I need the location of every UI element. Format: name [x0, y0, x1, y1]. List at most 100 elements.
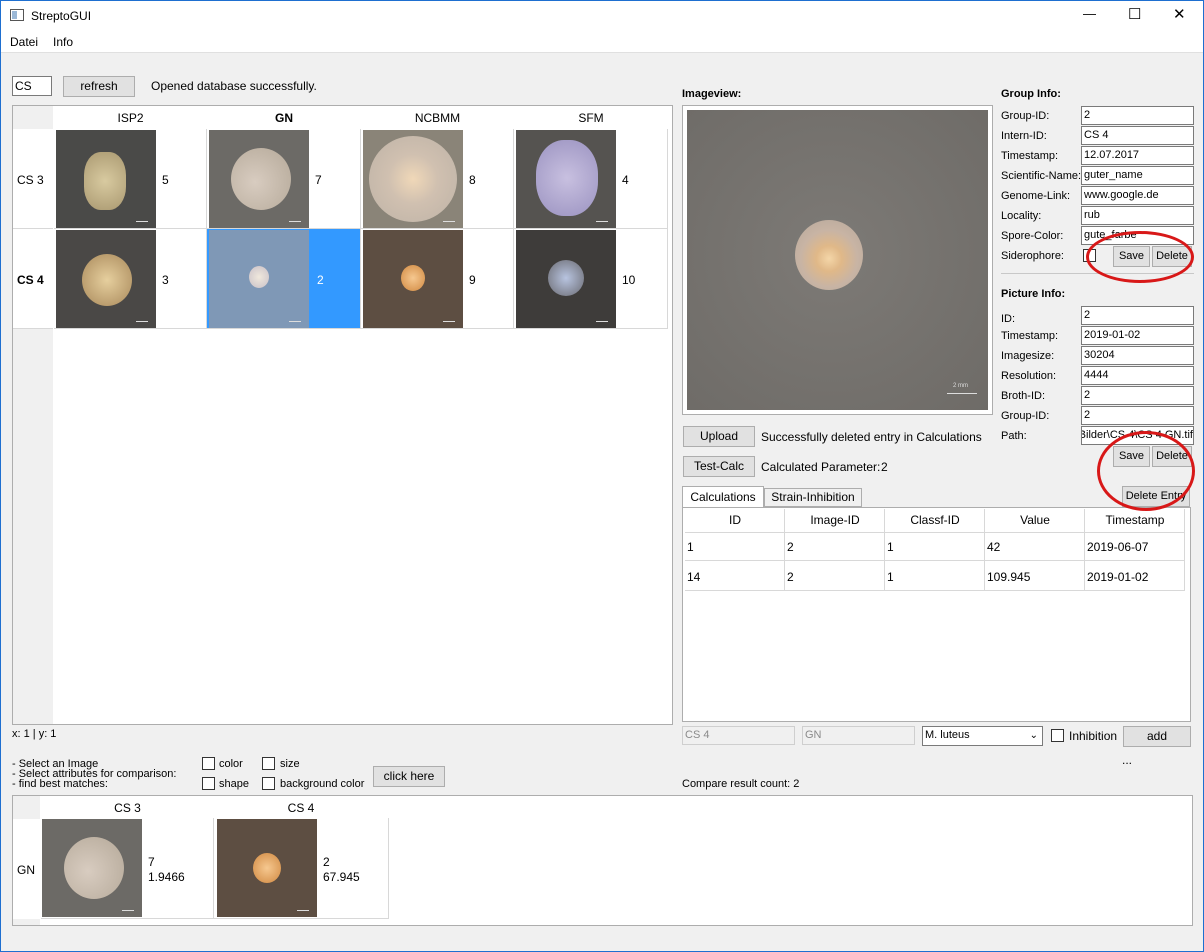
title-bar: StreptoGUI — ☐ ✕: [1, 1, 1203, 31]
colony-thumbnail: [516, 130, 616, 228]
menu-file[interactable]: Datei: [10, 35, 38, 49]
result-cell[interactable]: 2 67.945: [214, 818, 389, 919]
compare-instruction-3: - find best matches:: [12, 778, 108, 790]
table-header-id[interactable]: ID: [685, 513, 785, 527]
shape-checkbox[interactable]: [202, 777, 215, 790]
grid-cell[interactable]: 7: [207, 129, 361, 229]
size-checkbox[interactable]: [262, 757, 275, 770]
background-color-checkbox[interactable]: [262, 777, 275, 790]
cell-count: 9: [469, 273, 476, 287]
grid-cell[interactable]: 5: [54, 129, 207, 229]
annotation-oval: [1097, 431, 1195, 511]
grid-cell-selected[interactable]: 2: [207, 229, 361, 329]
result-count: 7: [148, 855, 155, 869]
table-header-timestamp[interactable]: Timestamp: [1085, 513, 1185, 527]
maximize-icon[interactable]: ☐: [1128, 5, 1141, 23]
broth-id-field[interactable]: 2: [1081, 386, 1194, 405]
broth-id-label: Broth-ID:: [1001, 390, 1046, 402]
group-timestamp-field[interactable]: 12.07.2017: [1081, 146, 1194, 165]
shape-checkbox-label: shape: [219, 778, 249, 790]
grid-cell[interactable]: 10: [514, 229, 668, 329]
picture-group-id-label: Group-ID:: [1001, 410, 1050, 422]
genome-link-field[interactable]: www.google.de: [1081, 186, 1194, 205]
picture-group-id-field[interactable]: 2: [1081, 406, 1194, 425]
app-window: StreptoGUI — ☐ ✕ Datei Info CS refresh O…: [0, 0, 1204, 952]
calculated-parameter-value: 2: [881, 460, 888, 474]
result-score: 1.9466: [148, 870, 185, 884]
row-header-cs3[interactable]: CS 3: [17, 173, 44, 187]
scientific-name-field[interactable]: guter_name: [1081, 166, 1194, 185]
result-cell[interactable]: 7 1.9466: [41, 818, 214, 919]
cell-count: 10: [622, 273, 636, 287]
image-grid: ISP2 GN NCBMM SFM CS 3 CS 4 5 7 8 4 3 2 …: [12, 105, 673, 725]
results-column-header-cs3[interactable]: CS 3: [41, 801, 214, 815]
cell-count: 5: [162, 173, 169, 187]
grid-cell[interactable]: 9: [361, 229, 514, 329]
cell-count: 8: [469, 173, 476, 187]
colony-thumbnail: [56, 130, 156, 228]
colony-thumbnail: [209, 130, 309, 228]
intern-id-field[interactable]: CS 4: [1081, 126, 1194, 145]
column-header-isp2[interactable]: ISP2: [54, 111, 207, 125]
locality-field[interactable]: rub: [1081, 206, 1194, 225]
cell-count: 7: [315, 173, 322, 187]
results-column-header-cs4[interactable]: CS 4: [214, 801, 388, 815]
grid-cell[interactable]: 8: [361, 129, 514, 229]
results-row-header-gn[interactable]: GN: [17, 863, 35, 877]
resolution-field[interactable]: 4444: [1081, 366, 1194, 385]
tab-calculations[interactable]: Calculations: [682, 486, 764, 508]
table-header-classf-id[interactable]: Classf-ID: [885, 513, 985, 527]
picture-timestamp-field[interactable]: 2019-01-02: [1081, 326, 1194, 345]
scale-bar-label: 2 mm: [953, 383, 968, 389]
column-header-sfm[interactable]: SFM: [514, 111, 668, 125]
test-calc-button[interactable]: Test-Calc: [683, 456, 755, 477]
menu-info[interactable]: Info: [53, 35, 73, 49]
colony-thumbnail: [42, 819, 142, 917]
click-here-button[interactable]: click here: [373, 766, 445, 787]
calculated-parameter-label: Calculated Parameter:: [761, 460, 881, 474]
inhibition-strain-field: CS 4: [682, 726, 795, 745]
grid-cell[interactable]: 3: [54, 229, 207, 329]
add-button[interactable]: add: [1123, 726, 1191, 747]
picture-id-field[interactable]: 2: [1081, 306, 1194, 325]
group-timestamp-label: Timestamp:: [1001, 150, 1059, 162]
table-row[interactable]: 14 2 1 109.945 2019-01-02: [685, 562, 1185, 591]
inhibition-checkbox[interactable]: [1051, 729, 1064, 742]
inhibition-checkbox-label: Inhibition: [1069, 729, 1118, 743]
compare-result-count: Compare result count: 2: [682, 778, 800, 790]
column-header-gn[interactable]: GN: [207, 111, 361, 125]
upload-status: Successfully deleted entry in Calculatio…: [761, 430, 982, 444]
inhibition-organism-select[interactable]: M. luteus ⌄: [922, 726, 1043, 746]
close-icon[interactable]: ✕: [1173, 5, 1186, 23]
colony-thumbnail: [363, 230, 463, 328]
grid-cell[interactable]: 4: [514, 129, 668, 229]
cell-count: 4: [622, 173, 629, 187]
picture-id-label: ID:: [1001, 313, 1016, 325]
picture-info-title: Picture Info:: [1001, 288, 1066, 300]
table-header-image-id[interactable]: Image-ID: [785, 513, 885, 527]
table-header-value[interactable]: Value: [985, 513, 1085, 527]
upload-button[interactable]: Upload: [683, 426, 755, 447]
refresh-button[interactable]: refresh: [63, 76, 135, 97]
size-checkbox-label: size: [280, 758, 300, 770]
group-id-label: Group-ID:: [1001, 110, 1050, 122]
locality-label: Locality:: [1001, 210, 1042, 222]
table-row[interactable]: 1 2 1 42 2019-06-07: [685, 533, 1185, 561]
group-id-field[interactable]: 2: [1081, 106, 1194, 125]
cell-count: 3: [162, 273, 169, 287]
tab-strain-inhibition[interactable]: Strain-Inhibition: [764, 488, 862, 507]
minimize-icon[interactable]: —: [1083, 6, 1096, 21]
imageview-picture: 2 mm: [687, 110, 988, 410]
search-input[interactable]: CS: [12, 76, 52, 96]
column-header-ncbmm[interactable]: NCBMM: [361, 111, 514, 125]
imagesize-label: Imagesize:: [1001, 350, 1055, 362]
result-score: 67.945: [323, 870, 360, 884]
resolution-label: Resolution:: [1001, 370, 1057, 382]
color-checkbox[interactable]: [202, 757, 215, 770]
colony-thumbnail: [209, 230, 309, 328]
imagesize-field[interactable]: 30204: [1081, 346, 1194, 365]
scientific-name-label: Scientific-Name:: [1001, 170, 1082, 182]
imageview-title: Imageview:: [682, 88, 742, 100]
row-header-cs4[interactable]: CS 4: [17, 273, 44, 287]
color-checkbox-label: color: [219, 758, 243, 770]
